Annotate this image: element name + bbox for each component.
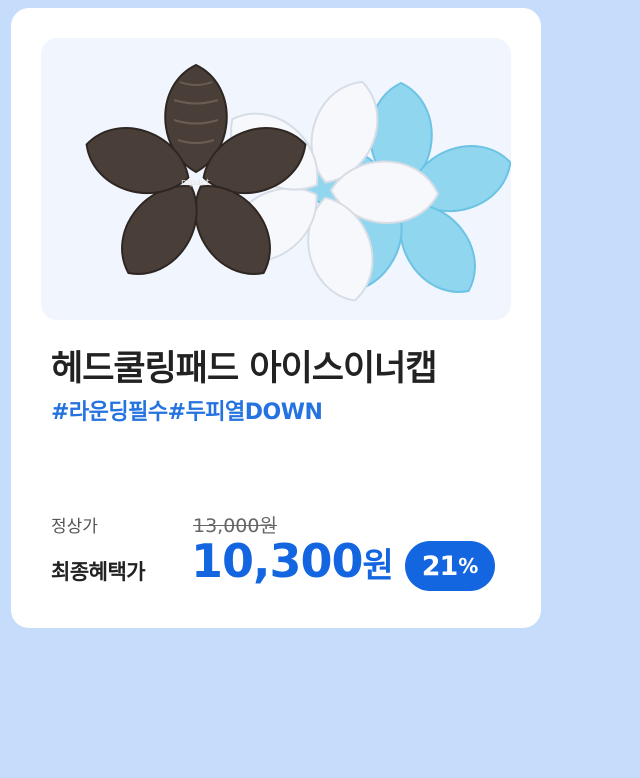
regular-price-label: 정상가 — [51, 517, 98, 537]
final-price-label: 최종혜택가 — [51, 560, 146, 584]
product-card[interactable]: mpact 헤드쿨링패드 아이스이너캡 #라운딩필수#두피열DOWN 정상가 1… — [11, 8, 541, 628]
final-price: 10,300원 — [191, 534, 394, 588]
discount-badge: 21% — [405, 541, 495, 591]
product-image[interactable]: mpact — [41, 38, 511, 320]
cooling-pad-illustration: mpact — [76, 64, 511, 311]
final-price-currency: 원 — [362, 546, 394, 586]
discount-value: 21 — [421, 550, 459, 582]
pad-logo: mpact — [181, 178, 210, 188]
final-price-value: 10,300 — [191, 534, 364, 588]
product-title[interactable]: 헤드쿨링패드 아이스이너캡 — [51, 340, 438, 391]
product-hashtags: #라운딩필수#두피열DOWN — [51, 400, 323, 425]
discount-unit: % — [458, 554, 479, 578]
